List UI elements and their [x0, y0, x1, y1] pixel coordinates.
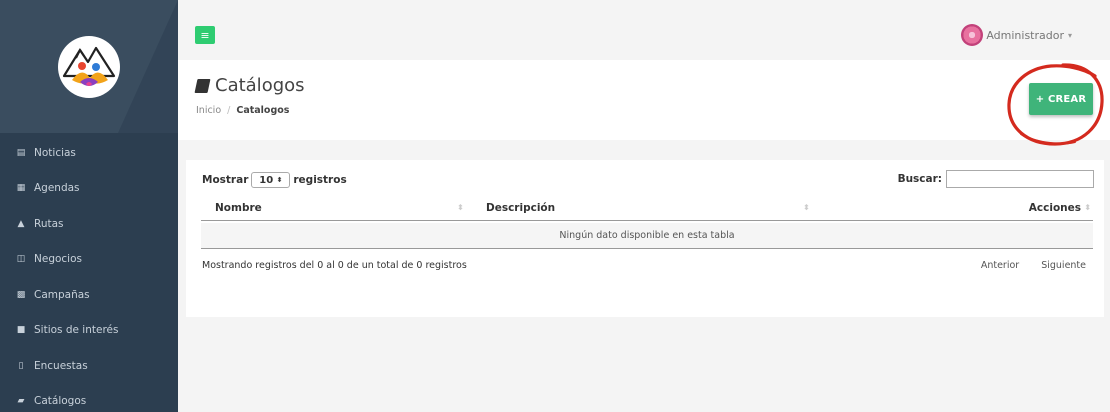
page-length-value: 10	[259, 174, 274, 186]
sidebar-item-encuestas[interactable]: ▯ Encuestas	[0, 348, 178, 384]
sidebar-item-label: Agendas	[34, 182, 80, 195]
sidebar-item-label: Encuestas	[34, 359, 88, 372]
book-icon	[194, 78, 211, 93]
records-label: registros	[293, 174, 347, 186]
sidebar-item-catalogos[interactable]: ▰ Catálogos	[0, 384, 178, 412]
sort-icon: ⬍	[803, 203, 810, 212]
breadcrumb-separator: /	[227, 105, 231, 116]
avatar	[961, 24, 984, 46]
previous-page-button[interactable]: Anterior	[981, 260, 1019, 271]
column-header-descripcion[interactable]: Descripción	[486, 202, 555, 214]
table-panel: Mostrar 10 ⬍ registros Buscar: Nombre ⬍ …	[186, 160, 1104, 317]
grid-icon: ▩	[16, 289, 26, 300]
data-table: Nombre ⬍ Descripción ⬍ Acciones ⬍ Ningún…	[201, 198, 1093, 249]
sort-icon: ⬍	[1084, 203, 1091, 212]
column-header-nombre[interactable]: Nombre	[215, 202, 262, 214]
book-icon: ▰	[17, 396, 25, 407]
money-icon: ◫	[16, 254, 26, 265]
newspaper-icon: ▤	[16, 147, 26, 158]
next-page-button[interactable]: Siguiente	[1041, 260, 1086, 271]
sidebar-item-label: Catálogos	[34, 395, 87, 408]
table-info: Mostrando registros del 0 al 0 de un tot…	[202, 260, 467, 271]
sidebar-item-label: Noticias	[34, 146, 76, 159]
page-length-control: Mostrar 10 ⬍ registros	[202, 172, 347, 188]
sidebar-item-label: Negocios	[34, 253, 82, 266]
sidebar-item-label: Rutas	[34, 217, 64, 230]
table-header: Nombre ⬍ Descripción ⬍ Acciones ⬍	[201, 198, 1093, 221]
sidebar-nav: ▤ Noticias ▦ Agendas ▲ Rutas ◫ Negocios …	[0, 135, 178, 412]
page-title-text: Catálogos	[215, 75, 305, 96]
user-name: Administrador	[986, 28, 1064, 42]
page-header: Catálogos Inicio / Catalogos + CREAR	[178, 60, 1110, 146]
sidebar-item-sitios[interactable]: ■ Sitios de interés	[0, 313, 178, 349]
breadcrumb-home[interactable]: Inicio	[196, 105, 221, 116]
sidebar-item-agendas[interactable]: ▦ Agendas	[0, 171, 178, 207]
select-arrows-icon: ⬍	[276, 176, 283, 184]
sidebar-item-label: Campañas	[34, 288, 90, 301]
page-length-select[interactable]: 10 ⬍	[251, 172, 291, 188]
sidebar-item-negocios[interactable]: ◫ Negocios	[0, 242, 178, 278]
caret-down-icon: ▾	[1067, 30, 1072, 40]
sidebar-item-label: Sitios de interés	[34, 324, 119, 337]
sidebar-item-noticias[interactable]: ▤ Noticias	[0, 135, 178, 171]
column-header-acciones[interactable]: Acciones	[1029, 202, 1081, 214]
logo-area	[0, 0, 178, 133]
binoculars-icon: ▲	[17, 218, 25, 229]
sidebar-item-rutas[interactable]: ▲ Rutas	[0, 206, 178, 242]
user-menu[interactable]: Administrador ▾	[961, 24, 1072, 46]
search-label: Buscar:	[897, 173, 942, 185]
create-button[interactable]: + CREAR	[1029, 83, 1093, 115]
breadcrumb-current: Catalogos	[236, 105, 290, 116]
document-icon: ▯	[18, 360, 24, 371]
topbar: ≡ Administrador ▾	[178, 0, 1110, 60]
breadcrumb: Inicio / Catalogos	[196, 105, 289, 116]
app-logo	[58, 35, 120, 98]
table-empty-row: Ningún dato disponible en esta tabla	[201, 223, 1093, 249]
search-control: Buscar:	[898, 170, 1094, 188]
calendar-icon: ▦	[16, 183, 26, 194]
sort-icon: ⬍	[457, 203, 464, 212]
sidebar-item-campanas[interactable]: ▩ Campañas	[0, 277, 178, 313]
hamburger-icon: ≡	[200, 28, 210, 42]
sidebar: ▤ Noticias ▦ Agendas ▲ Rutas ◫ Negocios …	[0, 0, 178, 412]
building-icon: ■	[16, 325, 26, 336]
page-title: Catálogos	[194, 75, 305, 96]
search-input[interactable]	[946, 170, 1094, 188]
pagination: Anterior Siguiente	[959, 260, 1086, 271]
show-label: Mostrar	[202, 174, 249, 186]
menu-toggle-button[interactable]: ≡	[195, 26, 215, 44]
